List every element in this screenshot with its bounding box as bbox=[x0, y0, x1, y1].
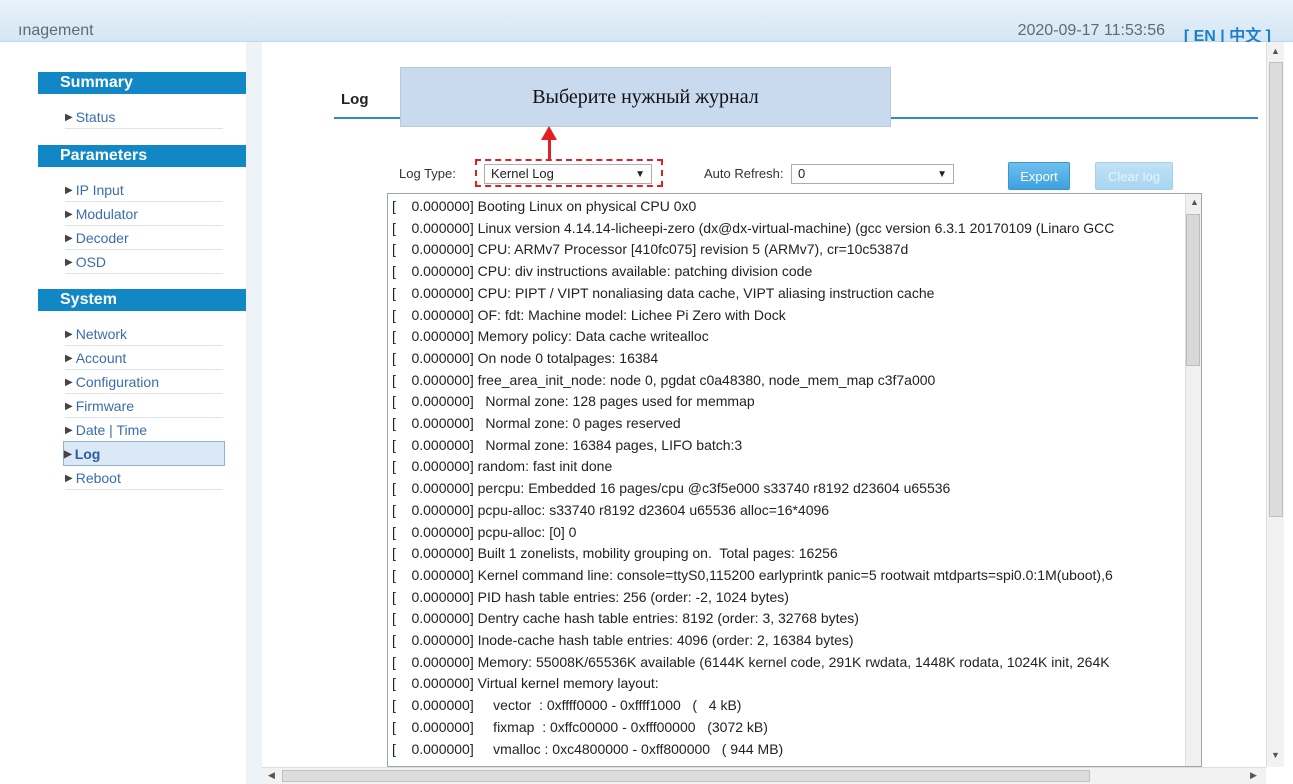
scroll-right-icon[interactable]: ▶ bbox=[1250, 770, 1257, 781]
log-type-label: Log Type: bbox=[399, 166, 456, 181]
log-line: [ 0.000000] Dentry cache hash table entr… bbox=[392, 610, 859, 627]
log-line: [ 0.000000] Kernel command line: console… bbox=[392, 566, 1113, 583]
triangle-right-icon: ▶ bbox=[65, 377, 73, 388]
log-line: [ 0.000000] pcpu-alloc: [0] 0 bbox=[392, 523, 577, 540]
triangle-right-icon: ▶ bbox=[65, 257, 73, 268]
sidebar-item-decoder[interactable]: ▶ Decoder bbox=[65, 226, 223, 250]
triangle-right-icon: ▶ bbox=[65, 185, 73, 196]
log-scrollbar[interactable]: ▲ bbox=[1185, 194, 1201, 766]
log-line: [ 0.000000] Booting Linux on physical CP… bbox=[392, 198, 697, 214]
log-line: [ 0.000000] vector : 0xffff0000 - 0xffff… bbox=[392, 697, 742, 714]
sidebar-item-label: Status bbox=[75, 109, 116, 125]
sidebar-item-reboot[interactable]: ▶ Reboot bbox=[65, 466, 223, 490]
callout-annotation: Выберите нужный журнал bbox=[400, 67, 891, 127]
log-line: [ 0.000000] Inode-cache hash table entri… bbox=[392, 632, 854, 649]
export-button[interactable]: Export bbox=[1008, 162, 1070, 190]
triangle-right-icon: ▶ bbox=[65, 233, 73, 244]
page-title: Log bbox=[341, 91, 369, 108]
scroll-up-icon[interactable]: ▲ bbox=[1271, 46, 1280, 56]
page-scrollbar-horizontal[interactable]: ◀ ▶ bbox=[262, 767, 1266, 784]
page-scroll-thumb[interactable] bbox=[1269, 62, 1283, 517]
sidebar-item-label: Date | Time bbox=[75, 422, 148, 438]
log-scroll-thumb[interactable] bbox=[1186, 214, 1200, 366]
app-title: ınagement bbox=[18, 22, 94, 39]
log-line: [ 0.000000] Normal zone: 128 pages used … bbox=[392, 393, 755, 410]
log-line: [ 0.000000] PID hash table entries: 256 … bbox=[392, 588, 789, 605]
log-type-value: Kernel Log bbox=[491, 166, 554, 181]
triangle-right-icon: ▶ bbox=[65, 112, 73, 123]
sidebar-item-log[interactable]: ▶ Log bbox=[63, 441, 225, 466]
sidebar-item-label: Account bbox=[75, 350, 127, 366]
log-type-select[interactable]: Kernel Log ▼ bbox=[484, 164, 652, 184]
log-line: [ 0.000000] Memory: 55008K/65536K availa… bbox=[392, 653, 1110, 670]
log-line: [ 0.000000] Normal zone: 0 pages reserve… bbox=[392, 415, 681, 432]
current-datetime: 2020-09-17 11:53:56 bbox=[1017, 22, 1165, 39]
page-scrollbar-vertical[interactable]: ▲ ▼ bbox=[1266, 42, 1284, 767]
section-parameters: Parameters bbox=[38, 145, 246, 167]
sidebar-item-configuration[interactable]: ▶ Configuration bbox=[65, 370, 223, 394]
sidebar-item-label: Modulator bbox=[75, 206, 138, 222]
sidebar-item-ip-input[interactable]: ▶ IP Input bbox=[65, 178, 223, 202]
log-line: [ 0.000000] On node 0 totalpages: 16384 bbox=[392, 349, 659, 366]
sidebar-item-label: Configuration bbox=[75, 374, 159, 390]
section-summary: Summary bbox=[38, 72, 246, 94]
sidebar-item-date-time[interactable]: ▶ Date | Time bbox=[65, 418, 223, 442]
log-line: [ 0.000000] Normal zone: 16384 pages, LI… bbox=[392, 436, 743, 453]
sidebar-item-label: Network bbox=[75, 326, 128, 342]
scroll-down-icon[interactable]: ▼ bbox=[1271, 750, 1280, 760]
log-line: [ 0.000000] Virtual kernel memory layout… bbox=[392, 675, 659, 692]
sidebar-item-status[interactable]: ▶ Status bbox=[65, 105, 223, 129]
sidebar-item-account[interactable]: ▶ Account bbox=[65, 346, 223, 370]
sidebar-item-osd[interactable]: ▶ OSD bbox=[65, 250, 223, 274]
sidebar-item-firmware[interactable]: ▶ Firmware bbox=[65, 394, 223, 418]
triangle-right-icon: ▶ bbox=[65, 473, 73, 484]
sidebar-item-network[interactable]: ▶ Network bbox=[65, 322, 223, 346]
top-bar: ınagement 2020-09-17 11:53:56 [ EN | 中文 … bbox=[0, 0, 1293, 45]
log-textarea[interactable]: [ 0.000000] Booting Linux on physical CP… bbox=[387, 193, 1202, 767]
auto-refresh-select[interactable]: 0 ▼ bbox=[791, 164, 954, 184]
log-line: [ 0.000000] CPU: PIPT / VIPT nonaliasing… bbox=[392, 284, 935, 301]
triangle-right-icon: ▶ bbox=[65, 401, 73, 412]
triangle-right-icon: ▶ bbox=[65, 353, 73, 364]
log-line: [ 0.000000] CPU: ARMv7 Processor [410fc0… bbox=[392, 241, 909, 258]
triangle-right-icon: ▶ bbox=[65, 425, 73, 436]
log-line: [ 0.000000] fixmap : 0xffc00000 - 0xfff0… bbox=[392, 718, 768, 735]
log-line: [ 0.000000] Memory policy: Data cache wr… bbox=[392, 328, 709, 345]
triangle-right-icon: ▶ bbox=[65, 329, 73, 340]
auto-refresh-value: 0 bbox=[798, 166, 806, 181]
sidebar-item-label: Log bbox=[74, 446, 101, 462]
log-line: [ 0.000000] vmalloc : 0xc4800000 - 0xff8… bbox=[392, 740, 784, 757]
section-system: System bbox=[38, 289, 246, 311]
auto-refresh-label: Auto Refresh: bbox=[704, 166, 784, 181]
sidebar-item-label: Firmware bbox=[75, 398, 135, 414]
log-line: [ 0.000000] OF: fdt: Machine model: Lich… bbox=[392, 306, 786, 323]
sidebar: Summary ▶ Status Parameters ▶ IP Input ▶ Mo… bbox=[18, 42, 246, 784]
log-line: [ 0.000000] Built 1 zonelists, mobility … bbox=[392, 545, 838, 562]
log-line: [ 0.000000] pcpu-alloc: s33740 r8192 d23… bbox=[392, 501, 830, 518]
sidebar-item-label: IP Input bbox=[75, 182, 124, 198]
sidebar-item-modulator[interactable]: ▶ Modulator bbox=[65, 202, 223, 226]
scroll-up-icon[interactable]: ▲ bbox=[1190, 197, 1199, 207]
page-hscroll-thumb[interactable] bbox=[282, 770, 1090, 782]
log-line: [ 0.000000] Linux version 4.14.14-lichee… bbox=[392, 219, 1115, 236]
log-line: [ 0.000000] random: fast init done bbox=[392, 458, 613, 475]
arrow-shaft bbox=[548, 138, 551, 160]
log-lines: [ 0.000000] Booting Linux on physical CP… bbox=[392, 196, 1184, 760]
sidebar-item-label: Reboot bbox=[75, 470, 121, 486]
log-line: [ 0.000000] percpu: Embedded 16 pages/cp… bbox=[392, 480, 951, 497]
triangle-right-icon: ▶ bbox=[64, 449, 72, 460]
log-line: [ 0.000000] free_area_init_node: node 0,… bbox=[392, 371, 936, 388]
chevron-down-icon: ▼ bbox=[937, 169, 947, 180]
sidebar-item-label: Decoder bbox=[75, 230, 129, 246]
sidebar-divider bbox=[246, 42, 262, 784]
chevron-down-icon: ▼ bbox=[635, 169, 645, 180]
triangle-right-icon: ▶ bbox=[65, 209, 73, 220]
sidebar-item-label: OSD bbox=[75, 254, 107, 270]
scroll-left-icon[interactable]: ◀ bbox=[268, 770, 275, 781]
clear-log-button[interactable]: Clear log bbox=[1095, 162, 1173, 190]
log-line: [ 0.000000] CPU: div instructions availa… bbox=[392, 263, 813, 280]
